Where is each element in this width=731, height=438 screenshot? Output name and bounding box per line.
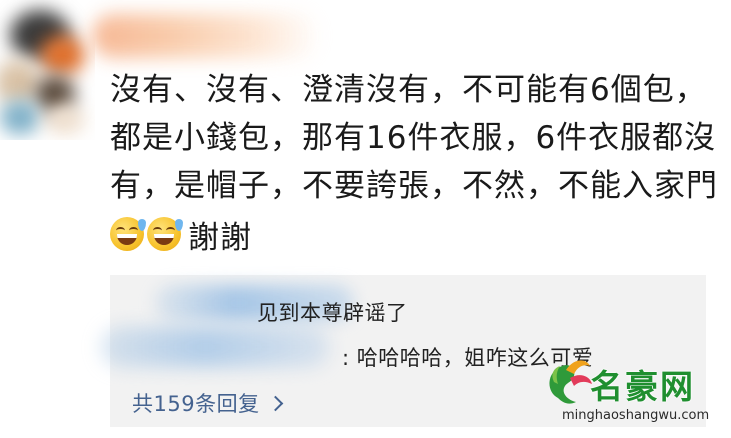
reply-username-redacted[interactable] [100,327,330,367]
watermark-title: 名豪网 [590,367,695,406]
chevron-right-icon [267,395,283,411]
comment-line: 有，是帽子，不要誇張，不然，不能入家門 [110,168,718,204]
comment-emoji-line: 謝謝 [110,210,710,258]
reply-count-label: 共159条回复 [132,392,260,416]
watermark-url: minghaoshangwu.com [562,408,710,423]
grinning-sweat-emoji-icon [147,217,183,251]
comment-line: 沒有、沒有、澄清沒有，不可能有6個包， [110,72,707,108]
watermark: 名豪网 minghaoshangwu.com [540,352,725,430]
comment-line: 都是小錢包，那有16件衣服，6件衣服都沒 [110,120,717,156]
comment-body: 沒有、沒有、澄清沒有，不可能有6個包， 都是小錢包，那有16件衣服，6件衣服都沒… [110,66,718,258]
grinning-sweat-emoji-icon [110,217,146,251]
comment-trailing-text: 謝謝 [188,219,252,256]
reply-text: 见到本尊辟谣了 [257,301,408,325]
view-all-replies-link[interactable]: 共159条回复 [132,388,283,418]
avatar[interactable] [0,0,95,140]
username-redacted[interactable] [92,14,322,58]
